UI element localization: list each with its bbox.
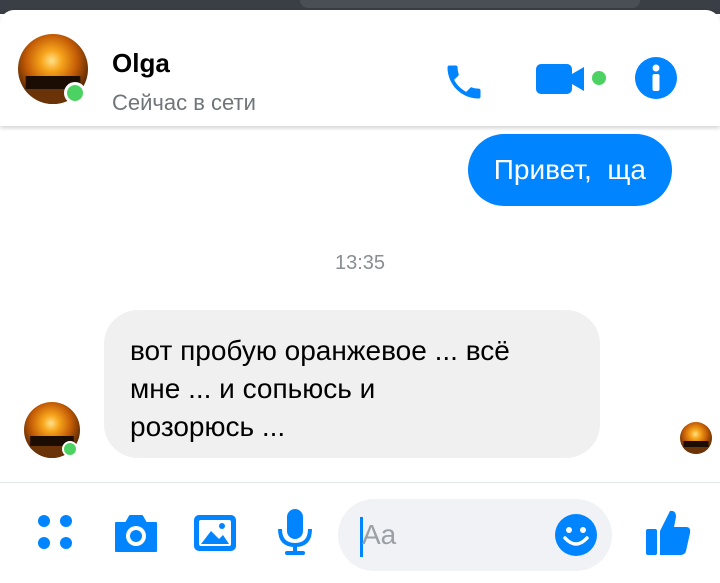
message-timestamp: 13:35 [334, 252, 386, 274]
gallery-icon [194, 515, 236, 551]
sender-online-indicator [62, 441, 78, 457]
thumbs-up-icon [646, 510, 691, 555]
message-input-placeholder: Aa [362, 519, 397, 550]
read-receipt-avatar [680, 422, 712, 454]
like-button[interactable] [644, 507, 692, 562]
video-icon [536, 64, 606, 94]
notch [300, 0, 640, 8]
gallery-button[interactable] [192, 511, 238, 560]
camera-button[interactable] [112, 511, 160, 560]
outgoing-message[interactable]: Привет, ща [467, 134, 672, 206]
emoji-icon [555, 514, 597, 556]
online-indicator [64, 82, 86, 104]
message-input[interactable]: Aa [338, 499, 612, 571]
more-actions-button[interactable] [36, 513, 76, 558]
emoji-button[interactable] [554, 513, 598, 562]
apps-icon [38, 515, 72, 549]
contact-name[interactable]: Olga [112, 48, 170, 79]
message-composer: Aa [0, 482, 720, 583]
voice-clip-button[interactable] [276, 507, 314, 562]
message-list[interactable]: Привет, ща 13:35 вот пробую оранжевое ..… [0, 126, 720, 482]
conversation-info-button[interactable] [634, 56, 678, 105]
phone-icon [447, 65, 481, 99]
contact-status: Сейчас в сети [112, 90, 256, 115]
incoming-message[interactable]: вот пробую оранжевое ... всё мне ... и с… [104, 310, 600, 458]
avatar-water [680, 446, 712, 454]
video-call-button[interactable] [536, 54, 612, 109]
camera-icon [115, 515, 157, 552]
info-icon [635, 57, 677, 99]
microphone-icon [278, 509, 312, 555]
voice-call-button[interactable] [442, 60, 486, 109]
conversation-header: Olga Сейчас в сети [0, 10, 720, 126]
